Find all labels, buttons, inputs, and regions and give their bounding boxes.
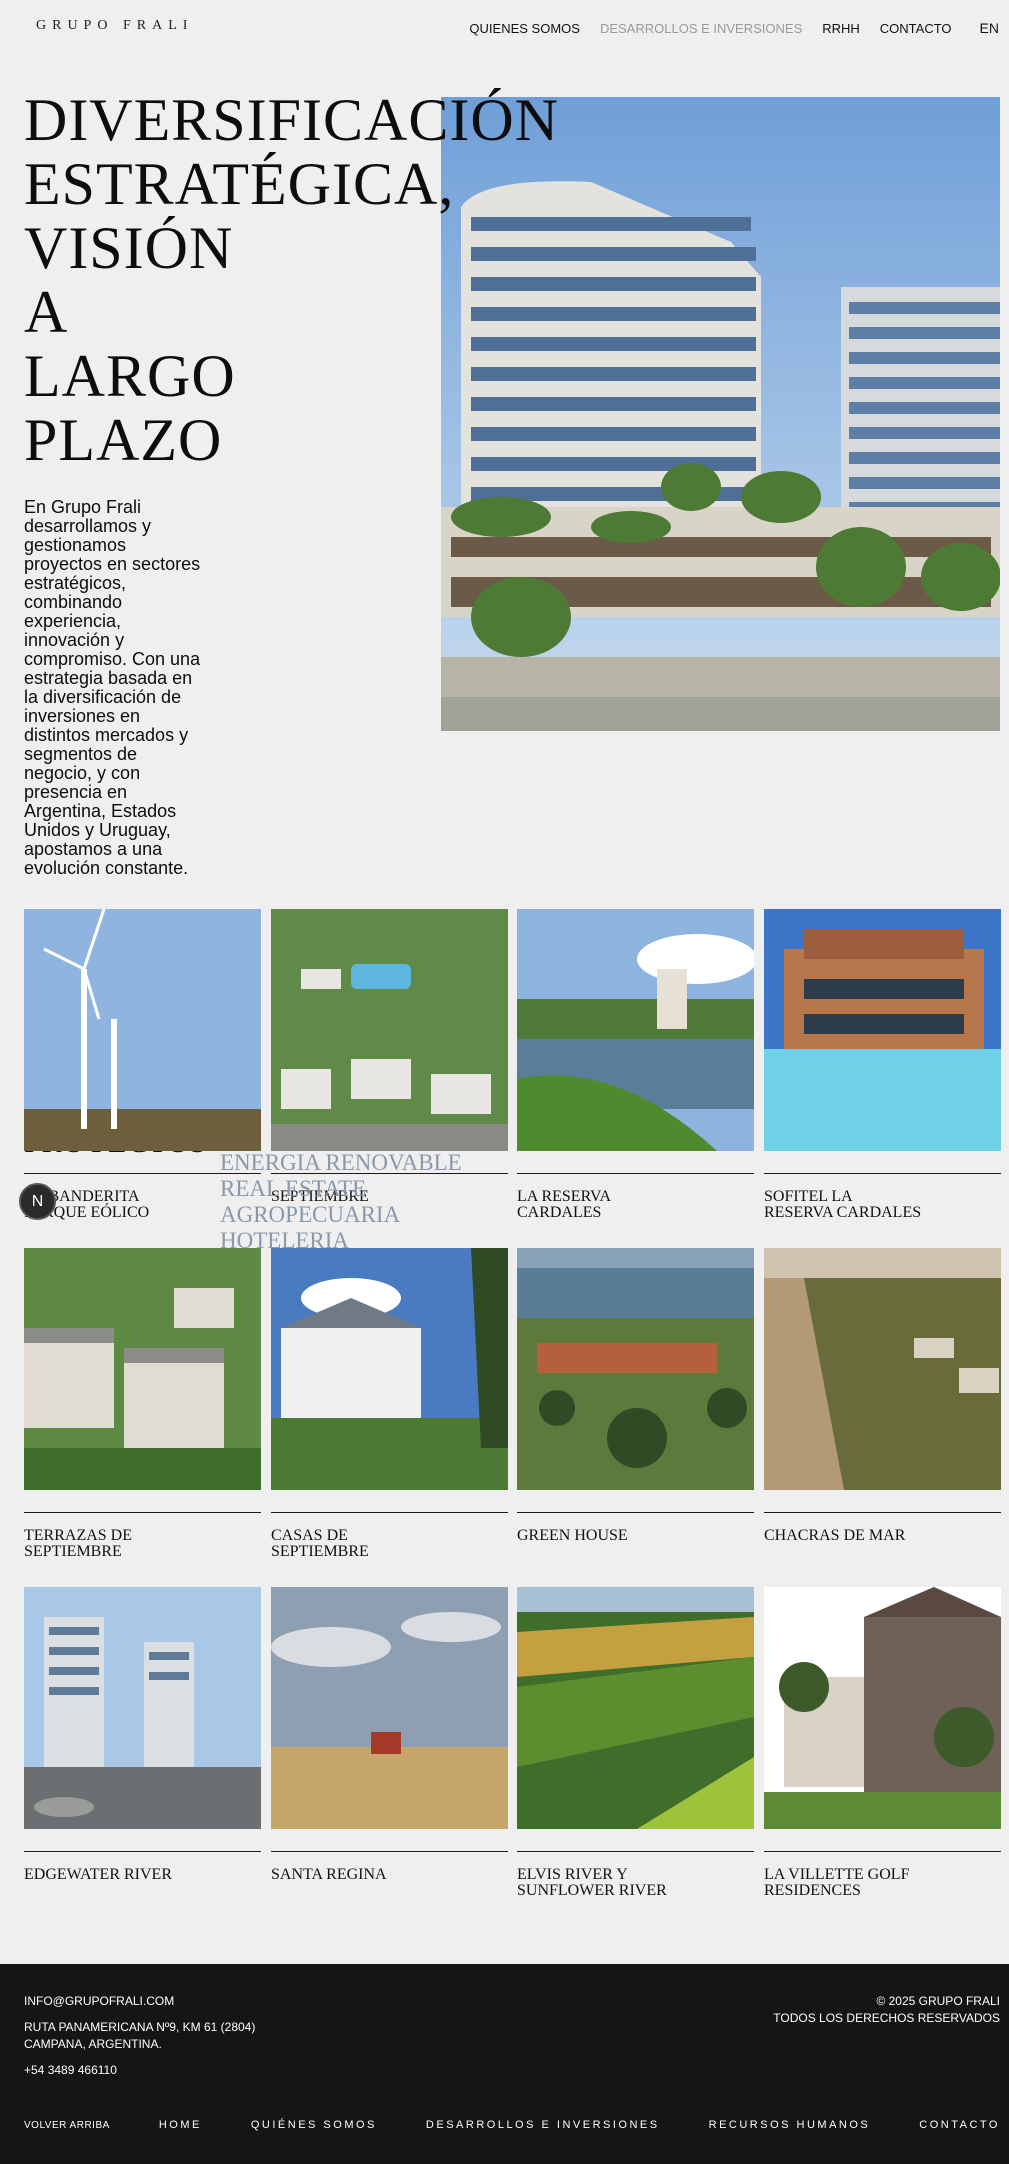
footer-contact: INFO@GRUPOFRALI.COM RUTA PANAMERICANA Nº… <box>24 1993 255 2079</box>
project-name: LA VILLETTE GOLF RESIDENCES <box>764 1866 910 1899</box>
nav-desarrollos[interactable]: DESARROLLOS E INVERSIONES <box>600 21 802 36</box>
footer-copyright: © 2025 GRUPO FRALI <box>876 1994 1000 2008</box>
project-image-wind-farm <box>24 909 261 1151</box>
card-divider <box>517 1512 754 1513</box>
card-divider <box>517 1851 754 1852</box>
category-real-estate[interactable]: REAL ESTATE <box>220 1176 462 1202</box>
footer-rights: TODOS LOS DERECHOS RESERVADOS <box>773 2011 1000 2025</box>
project-card[interactable]: ELVIS RIVER Y SUNFLOWER RIVER <box>517 1587 754 1899</box>
project-image-casas <box>271 1248 508 1490</box>
project-card[interactable]: GREEN HOUSE <box>517 1248 754 1544</box>
card-divider <box>764 1851 1001 1852</box>
project-card[interactable]: SOFITEL LA RESERVA CARDALES <box>764 909 1001 1221</box>
language-switch[interactable]: EN <box>980 20 999 36</box>
project-name: EDGEWATER RIVER <box>24 1866 172 1883</box>
project-card[interactable]: LA BANDERITA PARQUE EÓLICO <box>24 909 261 1221</box>
project-name: ELVIS RIVER Y SUNFLOWER RIVER <box>517 1866 667 1899</box>
hero-description: En Grupo Frali desarrollamos y gestionam… <box>24 498 201 878</box>
project-card[interactable]: TERRAZAS DE SEPTIEMBRE <box>24 1248 261 1560</box>
footer-nav-quienes-somos[interactable]: QUIÉNES SOMOS <box>251 2119 377 2131</box>
project-card[interactable]: CASAS DE SEPTIEMBRE <box>271 1248 508 1560</box>
nav-quienes-somos[interactable]: QUIENES SOMOS <box>469 21 580 36</box>
hero-title: DIVERSIFICACIÓN ESTRATÉGICA, VISIÓN A LA… <box>24 87 560 473</box>
floating-action-button[interactable]: N <box>19 1183 56 1220</box>
project-image-green-house <box>517 1248 754 1490</box>
card-divider <box>24 1851 261 1852</box>
project-name: LA RESERVA CARDALES <box>517 1188 611 1221</box>
footer-nav-home[interactable]: HOME <box>159 2119 202 2131</box>
category-agropecuaria[interactable]: AGROPECUARIA <box>220 1202 462 1228</box>
project-image-la-reserva <box>517 909 754 1151</box>
project-card[interactable]: CHACRAS DE MAR <box>764 1248 1001 1544</box>
category-energia[interactable]: ENERGIA RENOVABLE <box>220 1150 462 1176</box>
card-divider <box>24 1512 261 1513</box>
project-card[interactable]: SANTA REGINA <box>271 1587 508 1883</box>
project-image-edgewater <box>24 1587 261 1829</box>
footer-nav-contacto[interactable]: CONTACTO <box>919 2119 1000 2131</box>
card-divider <box>271 1851 508 1852</box>
project-name: TERRAZAS DE SEPTIEMBRE <box>24 1527 132 1560</box>
project-image-septiembre <box>271 909 508 1151</box>
footer-nav-desarrollos[interactable]: DESARROLLOS E INVERSIONES <box>426 2119 660 2131</box>
footer-address-line-2: CAMPANA, ARGENTINA. <box>24 2037 162 2051</box>
project-image-terrazas <box>24 1248 261 1490</box>
main-nav: QUIENES SOMOS DESARROLLOS E INVERSIONES … <box>469 18 1009 38</box>
project-image-chacras <box>764 1248 1001 1490</box>
category-hoteleria[interactable]: HOTELERIA <box>220 1228 462 1254</box>
nav-contacto[interactable]: CONTACTO <box>880 21 952 36</box>
footer-legal: © 2025 GRUPO FRALI TODOS LOS DERECHOS RE… <box>773 1993 1000 2027</box>
project-image-sofitel <box>764 909 1001 1151</box>
nav-rrhh[interactable]: RRHH <box>822 21 860 36</box>
project-image-santa-regina <box>271 1587 508 1829</box>
footer-nav: VOLVER ARRIBA HOME QUIÉNES SOMOS DESARRO… <box>24 2119 1000 2131</box>
project-card[interactable]: LA VILLETTE GOLF RESIDENCES <box>764 1587 1001 1899</box>
project-name: SOFITEL LA RESERVA CARDALES <box>764 1188 922 1221</box>
project-name: GREEN HOUSE <box>517 1527 628 1544</box>
project-name: SANTA REGINA <box>271 1866 387 1883</box>
project-card[interactable]: SEPTIEMBRE <box>271 909 508 1205</box>
project-image-la-villette <box>764 1587 1001 1829</box>
project-card[interactable]: EDGEWATER RIVER <box>24 1587 261 1883</box>
card-divider <box>517 1173 754 1174</box>
footer-phone[interactable]: +54 3489 466110 <box>24 2062 255 2079</box>
card-divider <box>764 1173 1001 1174</box>
footer-address-line-1: RUTA PANAMERICANA Nº9, KM 61 (2804) <box>24 2020 256 2034</box>
site-footer: INFO@GRUPOFRALI.COM RUTA PANAMERICANA Nº… <box>0 1964 1009 2164</box>
project-category-filter: ENERGIA RENOVABLE REAL ESTATE AGROPECUAR… <box>220 1150 462 1254</box>
project-name: CHACRAS DE MAR <box>764 1527 906 1544</box>
card-divider <box>271 1512 508 1513</box>
project-card[interactable]: LA RESERVA CARDALES <box>517 909 754 1221</box>
card-divider <box>764 1512 1001 1513</box>
site-logo[interactable]: GRUPO FRALI <box>36 18 193 34</box>
project-image-elvis-river <box>517 1587 754 1829</box>
footer-email[interactable]: INFO@GRUPOFRALI.COM <box>24 1993 255 2010</box>
back-to-top-link[interactable]: VOLVER ARRIBA <box>24 2120 110 2131</box>
project-name: CASAS DE SEPTIEMBRE <box>271 1527 369 1560</box>
footer-nav-recursos-humanos[interactable]: RECURSOS HUMANOS <box>709 2119 871 2131</box>
